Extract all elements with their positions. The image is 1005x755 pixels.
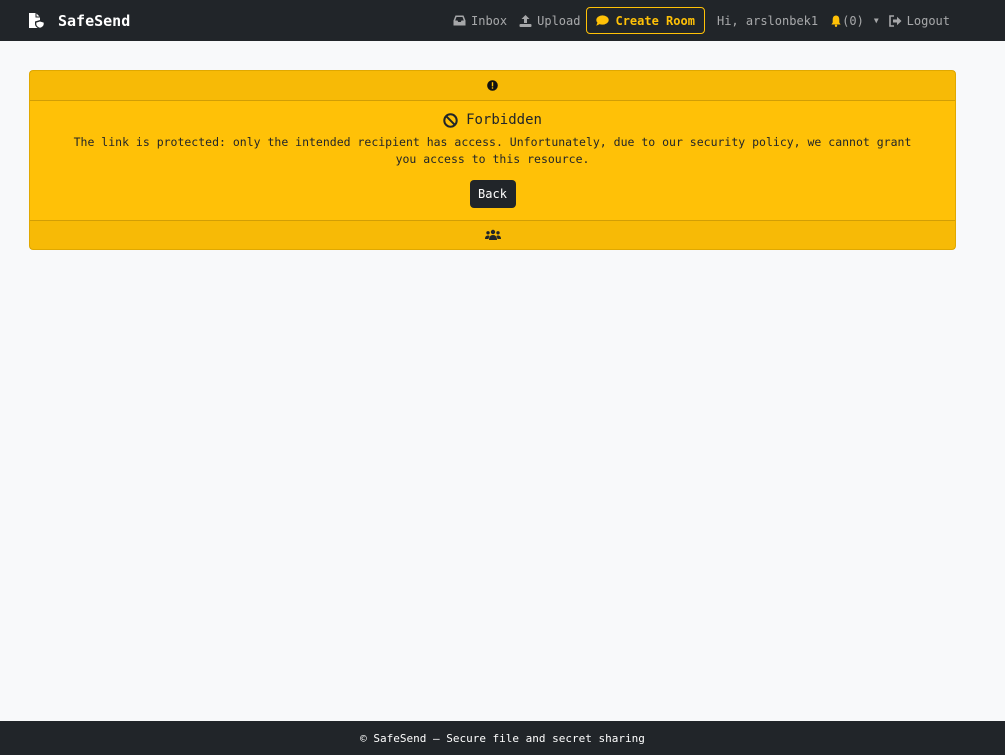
- notifications-count: (0): [842, 13, 864, 28]
- top-navbar: SafeSend Inbox Upload Create Room Hi, ar…: [0, 0, 1005, 41]
- navbar-menu: Inbox Upload Create Room Hi, arslonbek1 …: [453, 0, 1005, 41]
- alert-header: [30, 71, 955, 101]
- users-icon: [484, 229, 501, 240]
- upload-icon: [519, 14, 532, 27]
- caret-down-icon[interactable]: ▼: [874, 16, 879, 25]
- user-greeting: Hi, arslonbek1: [716, 13, 819, 28]
- create-room-label: Create Room: [615, 13, 695, 28]
- alert-footer: [30, 220, 955, 249]
- ban-icon: [443, 112, 458, 128]
- back-button[interactable]: Back: [469, 180, 516, 208]
- create-room-button[interactable]: Create Room: [586, 7, 705, 34]
- file-shield-icon: [29, 12, 45, 29]
- page-footer: © SafeSend — Secure file and secret shar…: [0, 721, 1005, 755]
- bell-icon: [831, 15, 841, 27]
- upload-link[interactable]: Upload: [519, 14, 580, 28]
- forbidden-alert-card: Forbidden The link is protected: only th…: [29, 70, 956, 250]
- inbox-link[interactable]: Inbox: [453, 14, 507, 28]
- logout-link[interactable]: Logout: [888, 13, 950, 28]
- alert-title-text: Forbidden: [466, 112, 542, 128]
- alert-body: Forbidden The link is protected: only th…: [30, 101, 955, 220]
- brand-name: SafeSend: [58, 11, 131, 30]
- alert-message: The link is protected: only the intended…: [73, 135, 912, 166]
- logout-label: Logout: [906, 13, 950, 28]
- alert-title: Forbidden: [30, 112, 955, 128]
- logout-icon: [888, 14, 902, 27]
- inbox-label: Inbox: [471, 13, 508, 28]
- upload-label: Upload: [537, 13, 581, 28]
- inbox-icon: [453, 15, 466, 26]
- exclamation-circle-icon: [487, 80, 498, 91]
- chat-bubble-icon: [596, 15, 610, 26]
- brand-link[interactable]: SafeSend: [28, 12, 130, 30]
- notifications-link[interactable]: (0): [831, 14, 864, 28]
- footer-text: © SafeSend — Secure file and secret shar…: [360, 731, 645, 745]
